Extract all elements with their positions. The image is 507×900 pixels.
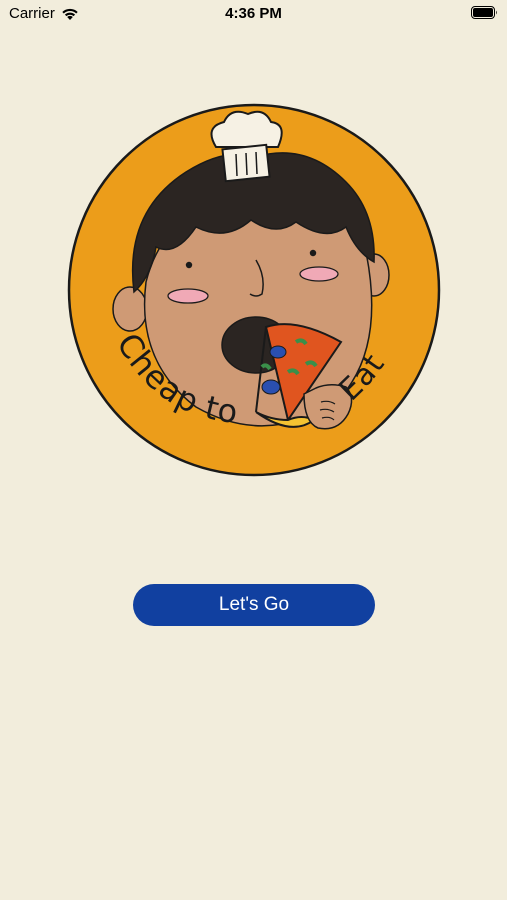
left-eye (185, 261, 193, 269)
battery-icon (471, 6, 498, 19)
clock: 4:36 PM (225, 5, 282, 22)
status-bar: Carrier 4:36 PM (0, 0, 507, 30)
right-cheek (299, 266, 339, 282)
left-ear (112, 286, 148, 332)
left-cheek (167, 288, 209, 304)
lets-go-button[interactable]: Let's Go (133, 584, 375, 626)
app-logo: Cheap to Eat (66, 102, 442, 478)
right-eye (309, 249, 317, 257)
